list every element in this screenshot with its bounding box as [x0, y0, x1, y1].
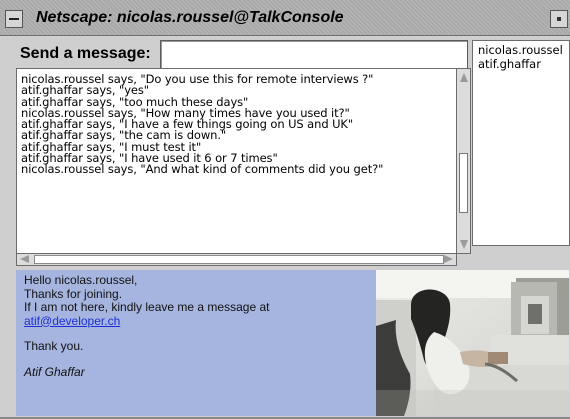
- window-control-icon[interactable]: [550, 10, 568, 28]
- webcam-image: [376, 270, 569, 416]
- vertical-scroll-thumb[interactable]: [459, 153, 468, 213]
- message-greeting: Hello nicolas.roussel,: [24, 273, 138, 287]
- chat-log[interactable]: nicolas.roussel says, "Do you use this f…: [16, 68, 457, 254]
- away-message-panel: Hello nicolas.roussel, Thanks for joinin…: [16, 270, 376, 416]
- send-message-input[interactable]: [160, 40, 468, 70]
- user-list[interactable]: nicolas.roussel atif.ghaffar: [472, 40, 570, 246]
- chat-lines: nicolas.roussel says, "Do you use this f…: [17, 69, 456, 176]
- send-message-label: Send a message:: [20, 45, 151, 62]
- message-thanks: Thanks for joining.: [24, 286, 123, 301]
- email-link[interactable]: atif@developer.ch: [24, 314, 120, 328]
- away-message-text: Hello nicolas.roussel, Thanks for joinin…: [24, 273, 270, 379]
- scroll-right-icon[interactable]: [444, 255, 453, 263]
- message-thank-you: Thank you.: [24, 339, 84, 353]
- user-list-item[interactable]: atif.ghaffar: [473, 57, 569, 71]
- scroll-left-icon[interactable]: [20, 255, 29, 263]
- horizontal-scroll-thumb[interactable]: [34, 255, 444, 264]
- window-title: Netscape: nicolas.roussel@TalkConsole: [36, 9, 344, 26]
- user-list-items: nicolas.roussel atif.ghaffar: [473, 41, 569, 71]
- scroll-down-icon[interactable]: [460, 240, 468, 249]
- user-list-item[interactable]: nicolas.roussel: [473, 43, 569, 57]
- webcam-photo: [376, 270, 569, 416]
- chat-vertical-scrollbar[interactable]: [457, 68, 471, 254]
- message-signature: Atif Ghaffar: [24, 364, 85, 379]
- chat-line: nicolas.roussel says, "And what kind of …: [21, 162, 384, 177]
- window-titlebar[interactable]: Netscape: nicolas.roussel@TalkConsole: [0, 0, 570, 36]
- scroll-up-icon[interactable]: [460, 73, 468, 82]
- window-menu-icon[interactable]: [5, 10, 23, 28]
- chat-horizontal-scrollbar[interactable]: [16, 254, 457, 266]
- message-instruction: If I am not here, kindly leave me a mess…: [24, 300, 270, 314]
